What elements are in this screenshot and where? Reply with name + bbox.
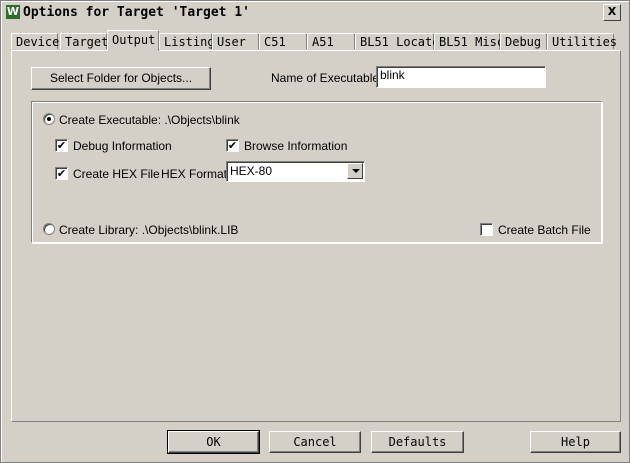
debug-information-label: Debug Information: [73, 139, 172, 153]
tab-bl51-locate[interactable]: BL51 Locate: [355, 33, 439, 49]
window-title: Options for Target 'Target 1': [23, 5, 250, 20]
help-button[interactable]: Help: [530, 431, 621, 453]
tab-output[interactable]: Output: [107, 30, 159, 51]
tab-bl51-misc[interactable]: BL51 Misc: [434, 33, 504, 49]
create-batch-file-label: Create Batch File: [498, 223, 591, 237]
cancel-button[interactable]: Cancel: [269, 431, 361, 453]
debug-information-checkbox[interactable]: ✔: [55, 139, 68, 152]
tab-utilities[interactable]: Utilities: [547, 33, 617, 49]
create-executable-label: Create Executable: .\Objects\blink: [59, 113, 240, 127]
browse-information-label: Browse Information: [244, 139, 348, 153]
tab-user[interactable]: User: [212, 33, 259, 49]
tab-a51[interactable]: A51: [307, 33, 355, 49]
create-hex-file-checkbox[interactable]: ✔: [55, 167, 68, 180]
close-button[interactable]: X: [603, 4, 621, 21]
create-library-label: Create Library: .\Objects\blink.LIB: [59, 223, 239, 237]
create-batch-file-checkbox[interactable]: [480, 223, 493, 236]
hex-format-value: HEX-80: [230, 164, 273, 178]
defaults-button[interactable]: Defaults: [371, 431, 464, 453]
ok-button[interactable]: OK: [167, 430, 260, 454]
tab-debug[interactable]: Debug: [500, 33, 547, 49]
select-folder-button[interactable]: Select Folder for Objects...: [31, 67, 211, 90]
hex-format-select[interactable]: HEX-80: [226, 161, 365, 182]
title-bar: W Options for Target 'Target 1' X: [3, 3, 627, 23]
tab-c51[interactable]: C51: [259, 33, 307, 49]
options-dialog: W Options for Target 'Target 1' X Device…: [0, 0, 630, 463]
create-library-radio[interactable]: [43, 223, 55, 235]
browse-information-checkbox[interactable]: ✔: [226, 139, 239, 152]
app-icon: W: [6, 5, 20, 19]
radio-selected-dot: [47, 117, 51, 121]
tab-strip: Device Target Output Listing User C51 A5…: [11, 30, 623, 51]
tab-device[interactable]: Device: [11, 33, 59, 49]
hex-format-label: HEX Format:: [161, 167, 231, 181]
name-of-executable-label: Name of Executable:: [271, 71, 383, 85]
create-executable-radio[interactable]: [43, 113, 55, 125]
dropdown-arrow-icon[interactable]: [347, 163, 363, 179]
name-of-executable-input[interactable]: blink: [376, 66, 546, 88]
create-hex-file-label: Create HEX File: [73, 167, 160, 181]
tab-target[interactable]: Target: [60, 33, 108, 49]
tab-listing[interactable]: Listing: [159, 33, 215, 49]
